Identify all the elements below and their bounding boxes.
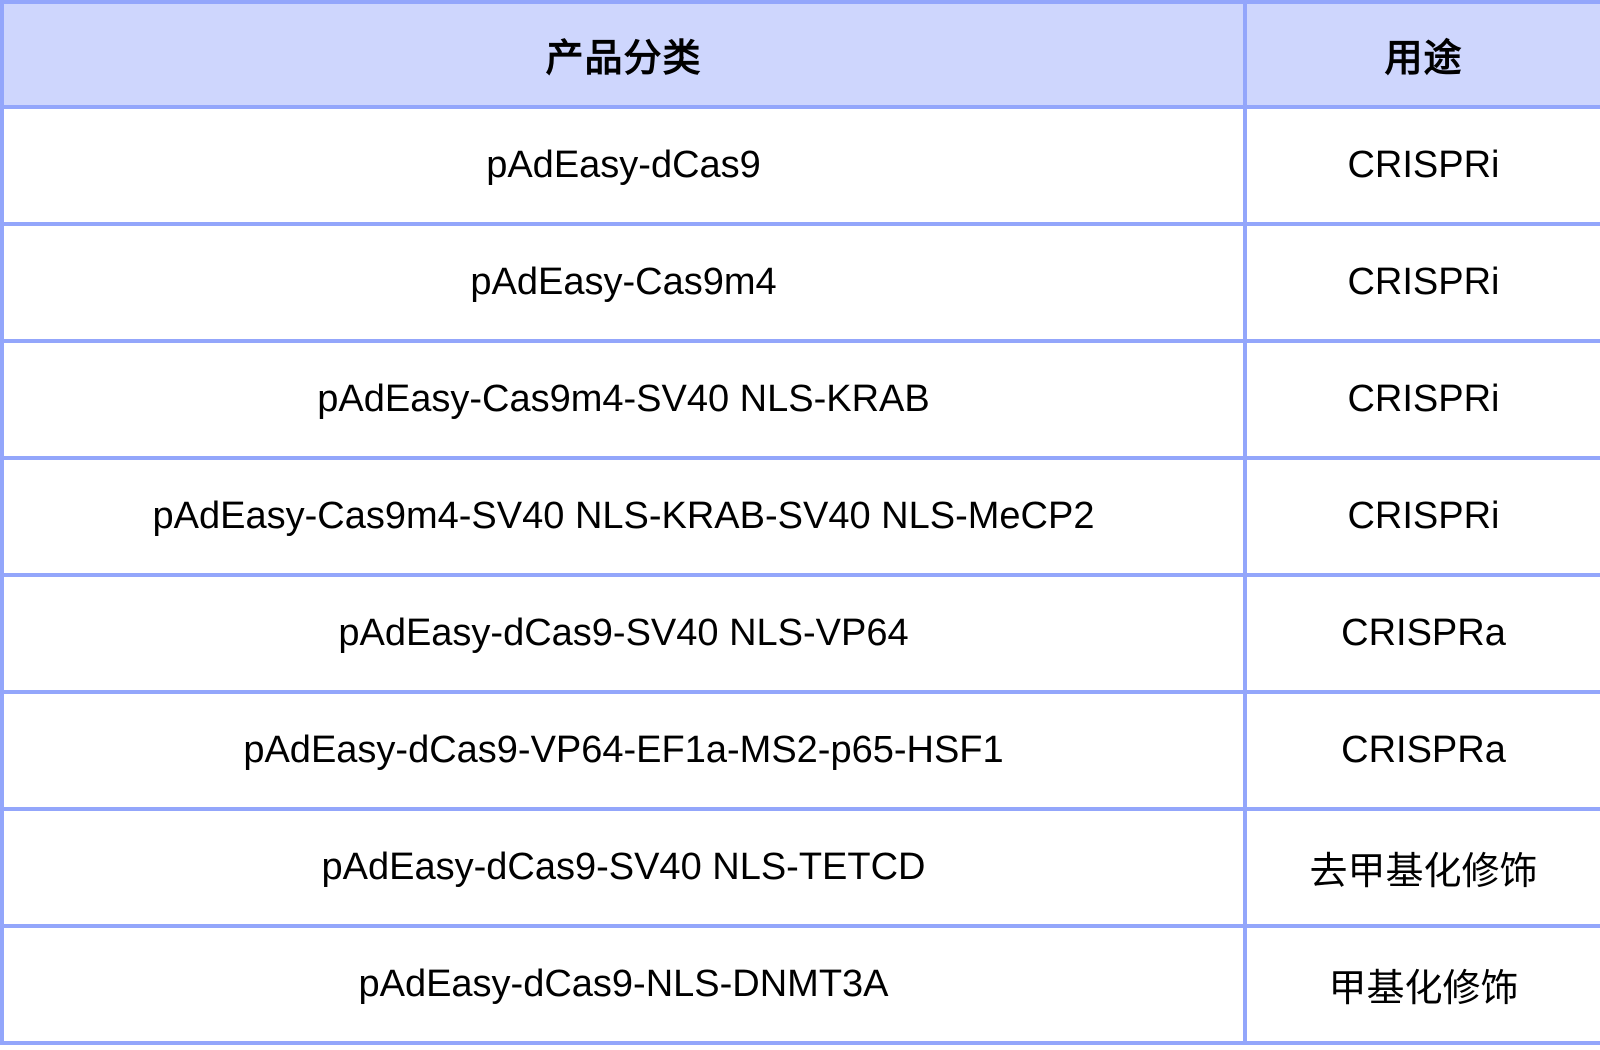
cell-usage: 去甲基化修饰: [1243, 807, 1600, 928]
cell-usage: 甲基化修饰: [1243, 924, 1600, 1045]
cell-category: pAdEasy-Cas9m4: [0, 222, 1247, 343]
table-row: pAdEasy-dCas9-NLS-DNMT3A 甲基化修饰: [0, 924, 1600, 1045]
cell-usage: CRISPRi: [1243, 456, 1600, 577]
cell-usage: CRISPRa: [1243, 690, 1600, 811]
cell-category: pAdEasy-dCas9-SV40 NLS-TETCD: [0, 807, 1247, 928]
table-row: pAdEasy-Cas9m4-SV40 NLS-KRAB-SV40 NLS-Me…: [0, 456, 1600, 577]
column-header-usage: 用途: [1243, 0, 1600, 109]
cell-usage: CRISPRi: [1243, 339, 1600, 460]
table-row: pAdEasy-Cas9m4-SV40 NLS-KRAB CRISPRi: [0, 339, 1600, 460]
table-row: pAdEasy-dCas9-SV40 NLS-VP64 CRISPRa: [0, 573, 1600, 694]
table-row: pAdEasy-dCas9 CRISPRi: [0, 105, 1600, 226]
cell-usage: CRISPRi: [1243, 105, 1600, 226]
cell-category: pAdEasy-Cas9m4-SV40 NLS-KRAB-SV40 NLS-Me…: [0, 456, 1247, 577]
table-row: pAdEasy-dCas9-VP64-EF1a-MS2-p65-HSF1 CRI…: [0, 690, 1600, 811]
cell-category: pAdEasy-dCas9: [0, 105, 1247, 226]
cell-category: pAdEasy-dCas9-NLS-DNMT3A: [0, 924, 1247, 1045]
cell-category: pAdEasy-dCas9-VP64-EF1a-MS2-p65-HSF1: [0, 690, 1247, 811]
cell-category: pAdEasy-dCas9-SV40 NLS-VP64: [0, 573, 1247, 694]
product-category-table: 产品分类 用途 pAdEasy-dCas9 CRISPRi pAdEasy-Ca…: [0, 0, 1600, 1045]
cell-category: pAdEasy-Cas9m4-SV40 NLS-KRAB: [0, 339, 1247, 460]
cell-usage: CRISPRi: [1243, 222, 1600, 343]
table-body: pAdEasy-dCas9 CRISPRi pAdEasy-Cas9m4 CRI…: [0, 105, 1600, 1045]
table-header-row: 产品分类 用途: [0, 0, 1600, 109]
table-row: pAdEasy-dCas9-SV40 NLS-TETCD 去甲基化修饰: [0, 807, 1600, 928]
table-row: pAdEasy-Cas9m4 CRISPRi: [0, 222, 1600, 343]
table-header: 产品分类 用途: [0, 0, 1600, 109]
cell-usage: CRISPRa: [1243, 573, 1600, 694]
column-header-category: 产品分类: [0, 0, 1247, 109]
